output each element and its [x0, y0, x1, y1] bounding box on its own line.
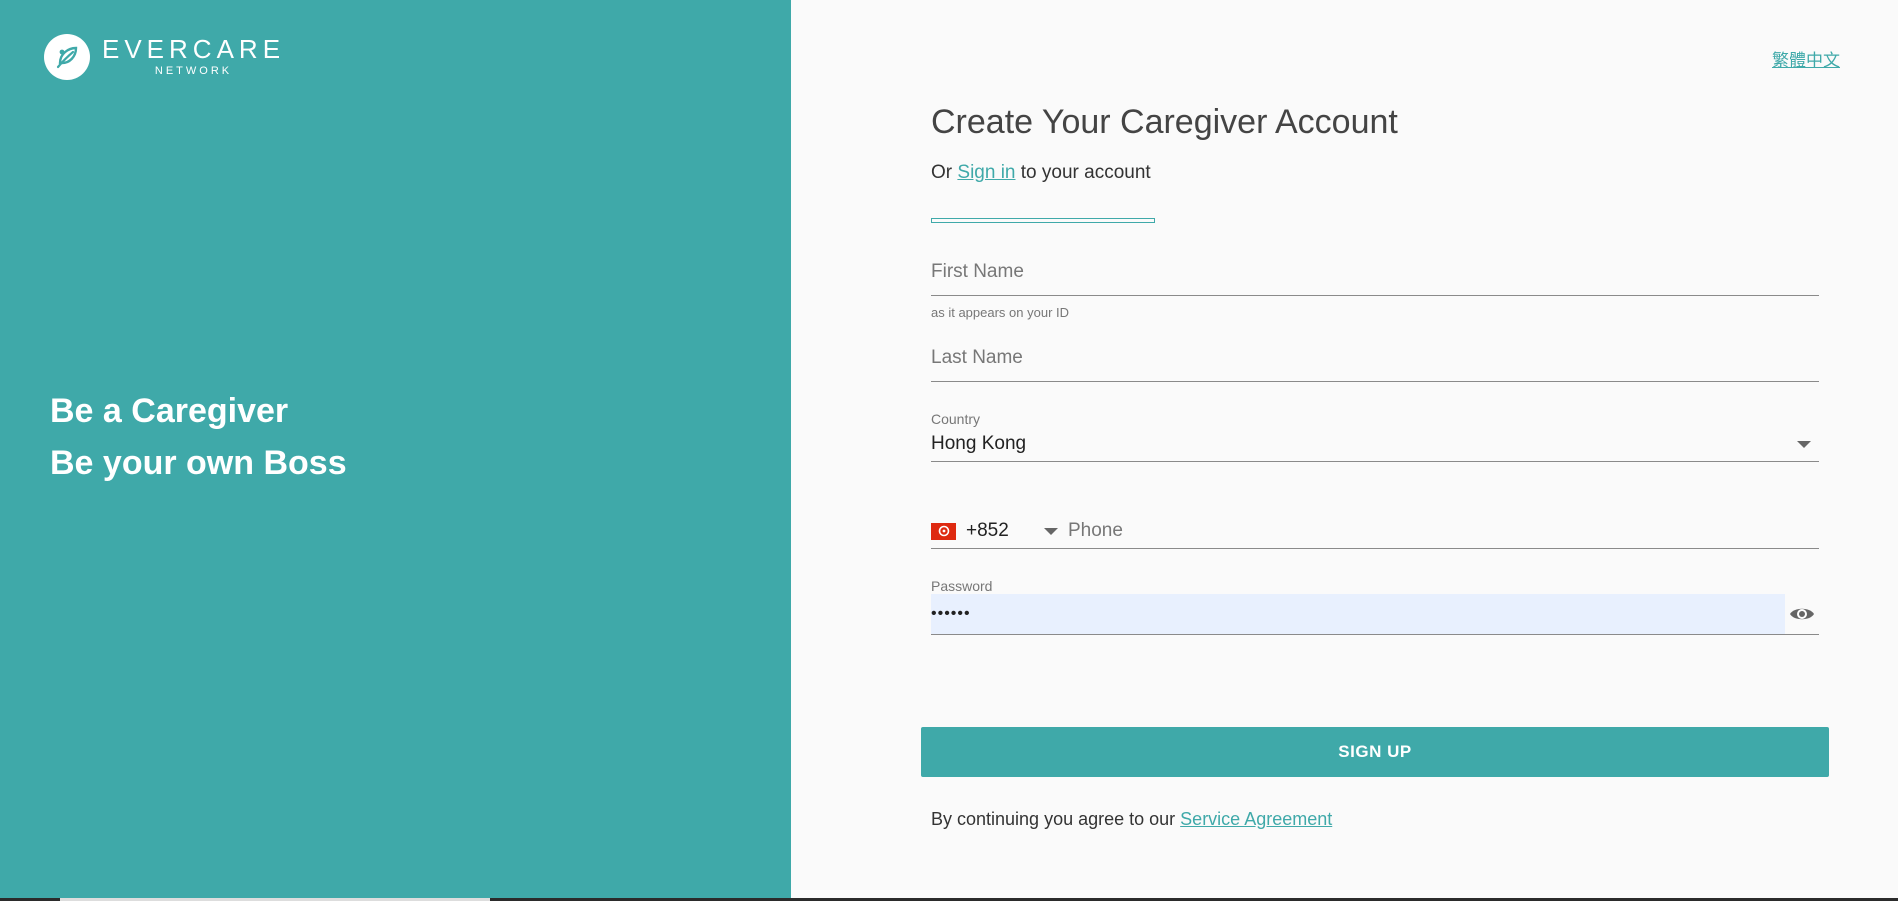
first-name-input[interactable]: [931, 255, 1819, 289]
service-agreement-link[interactable]: Service Agreement: [1180, 809, 1332, 829]
password-autofill-box: [931, 594, 1785, 634]
eye-icon[interactable]: [1785, 594, 1819, 634]
signin-prompt-suffix: to your account: [1015, 162, 1151, 183]
country-value: Hong Kong: [931, 433, 1027, 454]
country-block: Country Hong Kong: [931, 411, 1819, 462]
country-code-select[interactable]: +852: [931, 520, 1068, 542]
password-field: [931, 594, 1819, 635]
country-label: Country: [931, 411, 981, 427]
tagline: Be a Caregiver Be your own Boss: [50, 385, 347, 489]
tagline-line-2: Be your own Boss: [50, 444, 347, 482]
country-code-value: +852: [966, 520, 1009, 541]
evercare-logo[interactable]: EVERCARE NETWORK: [44, 34, 285, 80]
chevron-down-icon: [1797, 440, 1811, 448]
agreement-text: By continuing you agree to our Service A…: [931, 809, 1332, 830]
first-name-field: [931, 255, 1819, 296]
password-block: Password: [931, 578, 1819, 635]
tagline-line-1: Be a Caregiver: [50, 392, 289, 430]
country-select[interactable]: Hong Kong: [931, 427, 1819, 462]
signin-prompt-prefix: Or: [931, 162, 958, 183]
progress-indicator: [931, 218, 1155, 223]
sign-up-button[interactable]: SIGN UP: [921, 727, 1829, 777]
last-name-field: [931, 341, 1819, 382]
signup-panel: 繁體中文 Create Your Caregiver Account Or Si…: [791, 0, 1898, 901]
hero-panel: EVERCARE NETWORK Be a Caregiver Be your …: [0, 0, 791, 901]
password-label: Password: [931, 578, 993, 594]
leaf-logo-icon: [44, 34, 90, 80]
first-name-helper: as it appears on your ID: [931, 305, 1070, 320]
language-switch-link[interactable]: 繁體中文: [1772, 46, 1840, 71]
phone-input[interactable]: [1068, 516, 1819, 546]
logo-text: EVERCARE NETWORK: [102, 36, 285, 78]
signin-prompt: Or Sign in to your account: [931, 162, 1819, 184]
signin-link[interactable]: Sign in: [957, 162, 1015, 183]
phone-field: +852: [931, 514, 1819, 549]
signup-form: Create Your Caregiver Account Or Sign in…: [921, 100, 1829, 829]
page-title: Create Your Caregiver Account: [931, 103, 1398, 141]
hong-kong-flag-icon: [931, 522, 956, 540]
page: EVERCARE NETWORK Be a Caregiver Be your …: [0, 0, 1898, 901]
agreement-prefix: By continuing you agree to our: [931, 809, 1181, 829]
logo-subtext: NETWORK: [154, 65, 233, 77]
chevron-down-icon: [1044, 527, 1058, 535]
last-name-input[interactable]: [931, 341, 1819, 375]
logo-wordmark: EVERCARE: [102, 34, 286, 64]
password-input[interactable]: [931, 595, 1785, 633]
